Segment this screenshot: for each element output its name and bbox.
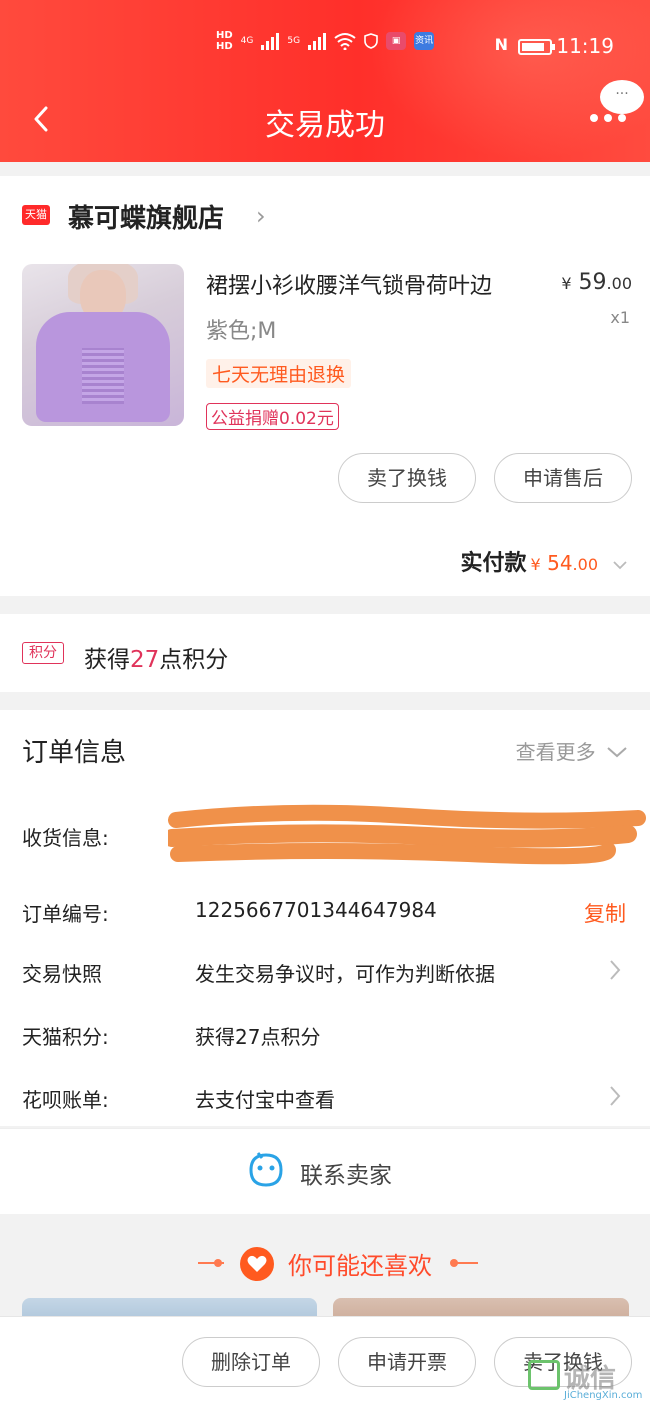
chevron-right-icon[interactable]: ›	[256, 202, 266, 230]
status-bar: HD HD 4G 5G ▣ 资讯 N 11:19	[0, 28, 650, 68]
copy-button[interactable]: 复制	[584, 898, 626, 928]
message-bubble[interactable]: ···	[600, 80, 644, 114]
points-tag: 积分	[22, 642, 64, 664]
charity-tag: 公益捐赠0.02元	[206, 403, 339, 430]
more-dots-icon[interactable]	[590, 114, 626, 122]
order-number-label: 订单编号:	[22, 902, 109, 926]
sell-button[interactable]: 卖了换钱	[338, 453, 476, 503]
smiley-chat-icon[interactable]	[248, 1152, 284, 1188]
signal-icon	[261, 32, 280, 50]
watermark-logo: 诚信 JiChengXin.com	[528, 1356, 646, 1406]
chevron-down-icon	[607, 747, 627, 758]
huabei-value[interactable]: 去支付宝中查看	[195, 1084, 335, 1113]
hd-indicator: HD HD	[216, 30, 233, 52]
order-number-value: 1225667701344647984	[195, 898, 437, 922]
shipping-info-label: 收货信息:	[22, 826, 109, 850]
paid-label: 实付款	[460, 551, 527, 576]
header: HD HD 4G 5G ▣ 资讯 N 11:19 交易成功 ···	[0, 0, 650, 162]
tmall-points-value: 获得27点积分	[195, 1025, 321, 1049]
news-app-icon: 资讯	[414, 32, 435, 50]
tmall-badge: 天猫	[22, 205, 50, 225]
app-notification-icon: ▣	[386, 32, 407, 50]
delete-order-button[interactable]: 删除订单	[182, 1337, 320, 1387]
product-image[interactable]	[22, 264, 184, 426]
product-quantity: x1	[610, 308, 630, 327]
after-sale-button[interactable]: 申请售后	[494, 453, 632, 503]
clock: 11:19	[556, 34, 614, 58]
status-left: HD HD 4G 5G ▣ 资讯	[216, 30, 435, 52]
product-price: ¥ 59.00	[561, 270, 632, 295]
nfc-icon: N	[494, 35, 508, 54]
page-title: 交易成功	[265, 108, 385, 143]
invoice-button[interactable]: 申请开票	[338, 1337, 476, 1387]
signal-icon-2	[308, 32, 327, 50]
shield-icon	[364, 33, 378, 49]
paid-value: ¥ 54.00	[530, 551, 598, 575]
contact-seller-label[interactable]: 联系卖家	[300, 1156, 392, 1190]
network-4g: 4G	[240, 36, 254, 46]
product-title[interactable]: 裙摆小衫收腰洋气锁骨荷叶边	[206, 268, 492, 300]
product-sku: 紫色;M	[206, 319, 277, 344]
chevron-right-icon[interactable]	[608, 958, 622, 982]
points-text: 获得27点积分	[84, 647, 229, 673]
view-more-button[interactable]: 查看更多	[516, 736, 628, 765]
wifi-icon	[334, 33, 356, 50]
chevron-down-icon	[613, 561, 627, 570]
huabei-label: 花呗账单:	[22, 1088, 109, 1112]
battery-icon	[518, 39, 555, 55]
return-policy-tag: 七天无理由退换	[206, 359, 352, 388]
paid-amount[interactable]: 实付款 ¥ 54.00	[461, 545, 628, 577]
snapshot-value[interactable]: 发生交易争议时，可作为判断依据	[195, 958, 495, 987]
decor-line	[452, 1262, 478, 1264]
recommend-title: 你可能还喜欢	[288, 1252, 432, 1280]
chevron-right-icon[interactable]	[608, 1084, 622, 1108]
tmall-points-label: 天猫积分:	[22, 1025, 109, 1049]
snapshot-label: 交易快照	[22, 962, 102, 986]
order-info-title: 订单信息	[22, 738, 127, 768]
network-5g: 5G	[287, 36, 301, 46]
redacted-address	[168, 804, 646, 865]
shop-name[interactable]: 慕可蝶旗舰店	[68, 198, 224, 235]
